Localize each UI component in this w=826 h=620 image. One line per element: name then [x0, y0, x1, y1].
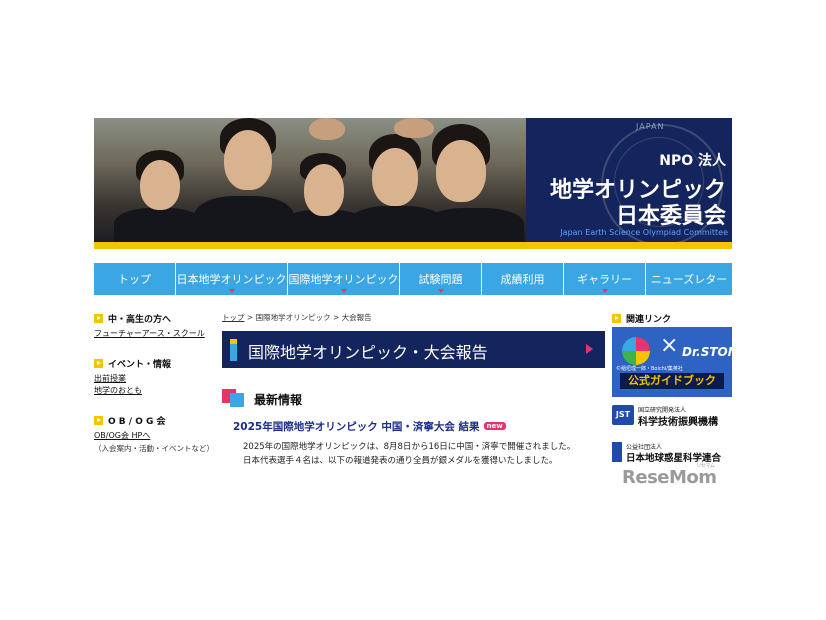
jst-logo: JST: [612, 405, 634, 425]
header-accent-bar: [94, 242, 732, 249]
main-nav: トップ 日本地学オリンピック 国際地学オリンピック 試験問題 成績利用 ギャラリ…: [94, 263, 732, 295]
arrow-square-icon: [612, 314, 621, 323]
breadcrumb: トップ > 国際地学オリンピック > 大会報告: [222, 313, 372, 322]
resemom-watermark: ReseMom リセマム: [622, 463, 717, 488]
related-links-heading: 関連リンク: [612, 312, 671, 325]
breadcrumb-current: 大会報告: [341, 313, 372, 322]
header-title-box: JAPAN NPO 法人 地学オリンピック 日本委員会 Japan Earth …: [526, 118, 732, 242]
news-heading: 最新情報: [254, 393, 303, 407]
article-line-2: 日本代表選手４名は、以下の報道発表の通り全員が銀メダルを獲得いたしました。: [243, 456, 558, 466]
nav-item-score-usage[interactable]: 成績利用: [482, 263, 564, 295]
nav-item-international-olympiad[interactable]: 国際地学オリンピック: [288, 263, 400, 295]
drstone-guidebook-banner[interactable]: × Dr.STONE ©稲垣理一郎・Boichi/集英社 公式ガイドブック: [612, 327, 732, 397]
nav-item-gallery[interactable]: ギャラリー: [564, 263, 646, 295]
sidebar-heading-alumni: O B / O G 会: [94, 414, 166, 427]
flower-logo-icon: [622, 337, 650, 365]
nav-item-exam-questions[interactable]: 試験問題: [400, 263, 482, 295]
link-geoscience-companion[interactable]: 地学のおとも: [94, 385, 142, 396]
jst-banner[interactable]: JST 国立研究開発法人 科学技術振興機構: [612, 405, 737, 428]
seal-text: JAPAN: [636, 122, 665, 131]
chevron-down-icon: [437, 289, 444, 293]
sidebar-heading-students: 中・高生の方へ: [94, 312, 171, 325]
arrow-square-icon: [94, 416, 103, 425]
jpgu-banner[interactable]: 公益社団法人 日本地球惑星科学連合: [612, 442, 737, 464]
chevron-down-icon: [340, 289, 347, 293]
chevron-down-icon: [601, 289, 608, 293]
site-english-name: Japan Earth Science Olympiad Committee: [560, 228, 728, 237]
article-title-link[interactable]: 2025年国際地学オリンピック 中国・済寧大会 結果 new: [233, 419, 506, 434]
link-alumni-homepage[interactable]: OB/OG会 HPへ: [94, 430, 150, 441]
chevron-down-icon: [228, 289, 235, 293]
link-future-earth-school[interactable]: フューチャーアース・スクール: [94, 328, 205, 339]
breadcrumb-parent[interactable]: 国際地学オリンピック: [256, 313, 331, 322]
header-photo: [94, 118, 526, 242]
nav-item-japan-olympiad[interactable]: 日本地学オリンピック: [176, 263, 288, 295]
site-title-line2: 日本委員会: [615, 204, 726, 229]
article-line-1: 2025年の国際地学オリンピックは、8月8日から16日に中国・済寧で開催されまし…: [243, 442, 576, 452]
page-title-banner: 国際地学オリンピック・大会報告: [222, 331, 605, 368]
nav-item-top[interactable]: トップ: [94, 263, 176, 295]
page-title: 国際地学オリンピック・大会報告: [248, 343, 488, 362]
arrow-square-icon: [94, 359, 103, 368]
play-arrow-icon: [586, 344, 593, 354]
alumni-note: （入会案内・活動・イベントなど）: [94, 444, 214, 453]
breadcrumb-top[interactable]: トップ: [222, 313, 245, 322]
site-header: JAPAN NPO 法人 地学オリンピック 日本委員会 Japan Earth …: [94, 118, 732, 250]
nav-item-newsletter[interactable]: ニューズレター: [646, 263, 732, 295]
guidebook-label: 公式ガイドブック: [620, 373, 724, 389]
new-badge: new: [483, 422, 506, 430]
drstone-title: Dr.STONE: [682, 345, 732, 359]
news-squares-icon: [222, 389, 247, 407]
sidebar-heading-events: イベント・情報: [94, 357, 171, 370]
org-prefix: NPO 法人: [659, 153, 726, 169]
link-outreach-class[interactable]: 出前授業: [94, 373, 126, 384]
jpgu-logo: [612, 442, 622, 462]
arrow-square-icon: [94, 314, 103, 323]
